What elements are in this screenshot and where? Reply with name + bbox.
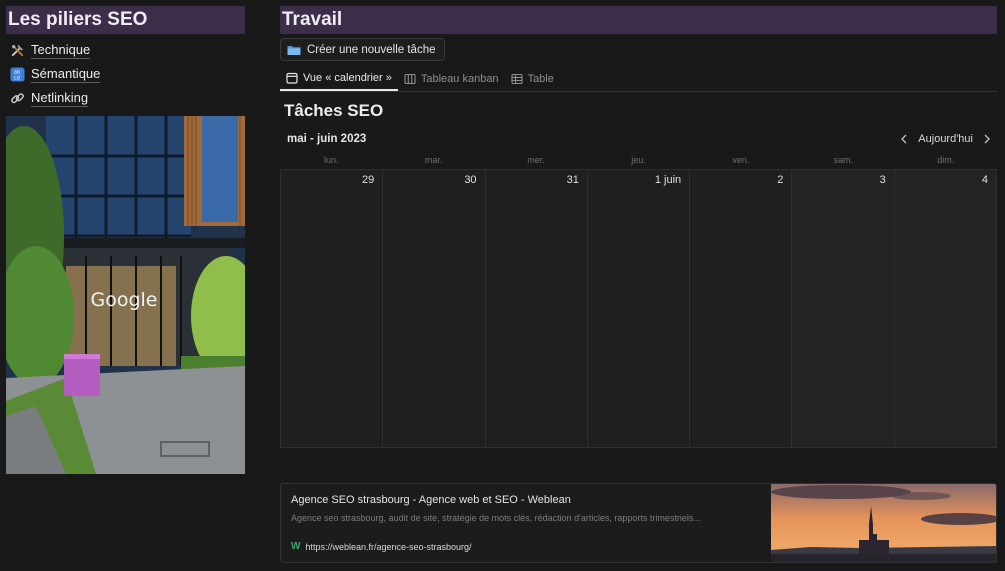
weekday-header-row: lun. mar. mer. jeu. ven. sam. dim.: [280, 151, 997, 169]
link-icon: [8, 89, 26, 107]
tab-table[interactable]: Table: [505, 66, 560, 91]
board-icon: [404, 73, 416, 85]
work-heading: Travail: [280, 6, 997, 34]
bookmark-title: Agence SEO strasbourg - Agence web et SE…: [291, 494, 571, 506]
tab-kanban-board[interactable]: Tableau kanban: [398, 66, 505, 91]
chevron-left-icon[interactable]: [896, 131, 912, 147]
create-task-label: Créer une nouvelle tâche: [307, 43, 436, 56]
calendar-month-label: mai - juin 2023: [287, 133, 367, 145]
pillar-link-technique[interactable]: Technique: [6, 38, 245, 62]
weekday-label: sam.: [833, 155, 854, 165]
seo-pillars-list: Technique ab cd Sémantique Netlinking: [6, 38, 245, 110]
tab-calendar-view[interactable]: Vue « calendrier »: [280, 66, 398, 91]
bookmark-url: https://weblean.fr/agence-seo-strasbourg…: [305, 541, 472, 552]
google-sign-text: Google: [90, 289, 157, 311]
weekday-label: ven.: [732, 155, 750, 165]
day-number: 29: [362, 174, 375, 186]
calendar-day-cell[interactable]: 1 juin: [587, 170, 691, 447]
calendar-nav: Aujourd'hui: [896, 131, 995, 147]
day-number: 2: [777, 174, 784, 186]
create-task-button[interactable]: Créer une nouvelle tâche: [280, 38, 445, 61]
chevron-right-icon[interactable]: [979, 131, 995, 147]
pillar-link-semantique[interactable]: ab cd Sémantique: [6, 62, 245, 86]
abcd-icon: ab cd: [8, 65, 26, 83]
day-number: 30: [464, 174, 477, 186]
bookmark-card[interactable]: Agence SEO strasbourg - Agence web et SE…: [280, 483, 997, 563]
calendar-day-cell[interactable]: 3: [792, 170, 895, 447]
tools-icon: [8, 41, 26, 59]
bookmark-text: Agence SEO strasbourg - Agence web et SE…: [281, 484, 771, 562]
day-number: 3: [879, 174, 886, 186]
seo-pillars-heading: Les piliers SEO: [6, 6, 245, 34]
pillar-label: Sémantique: [31, 65, 101, 83]
tab-label: Table: [527, 72, 554, 85]
calendar-day-cell[interactable]: 29: [281, 170, 384, 447]
calendar-day-cell[interactable]: 31: [485, 170, 588, 447]
seo-pillars-column: Les piliers SEO Technique ab cd Sémantiq…: [6, 6, 245, 474]
day-number: 31: [566, 174, 579, 186]
bookmark-url-row: W https://weblean.fr/agence-seo-strasbou…: [291, 541, 761, 552]
pillar-label: Technique: [31, 41, 91, 59]
folder-icon: [287, 44, 301, 56]
work-column: Travail Créer une nouvelle tâche Vue « c…: [280, 6, 997, 448]
svg-text:ab: ab: [13, 69, 19, 75]
weekday-label: mer.: [527, 155, 545, 165]
calendar-header: mai - juin 2023 Aujourd'hui: [280, 130, 997, 148]
weblean-favicon-icon: W: [291, 541, 301, 552]
day-number: 1 juin: [654, 174, 682, 186]
database-title[interactable]: Tâches SEO: [280, 101, 997, 121]
calendar-icon: [286, 72, 298, 84]
svg-text:cd: cd: [13, 75, 19, 81]
calendar-day-cell[interactable]: 4: [894, 170, 997, 447]
today-button[interactable]: Aujourd'hui: [918, 133, 973, 145]
table-icon: [511, 73, 523, 85]
calendar-day-cell[interactable]: 2: [690, 170, 793, 447]
google-office-photo: Google: [6, 116, 245, 474]
tab-label: Vue « calendrier »: [303, 71, 392, 84]
strasbourg-skyline-thumbnail: [771, 484, 996, 562]
pillar-link-netlinking[interactable]: Netlinking: [6, 86, 245, 110]
bookmark-description: Agence seo strasbourg, audit de site, st…: [291, 513, 701, 523]
weekday-label: mar.: [424, 155, 443, 165]
weekday-label: dim.: [937, 155, 955, 165]
weekday-label: lun.: [323, 155, 339, 165]
pillar-label: Netlinking: [31, 89, 89, 107]
view-tabs: Vue « calendrier » Tableau kanban Table: [280, 67, 997, 92]
weekday-label: jeu.: [631, 155, 646, 165]
day-number: 4: [981, 174, 988, 186]
calendar-day-cell[interactable]: 30: [383, 170, 486, 447]
tab-label: Tableau kanban: [420, 72, 499, 85]
calendar-week-row: 29 30 31 1 juin 2 3 4: [280, 169, 997, 448]
